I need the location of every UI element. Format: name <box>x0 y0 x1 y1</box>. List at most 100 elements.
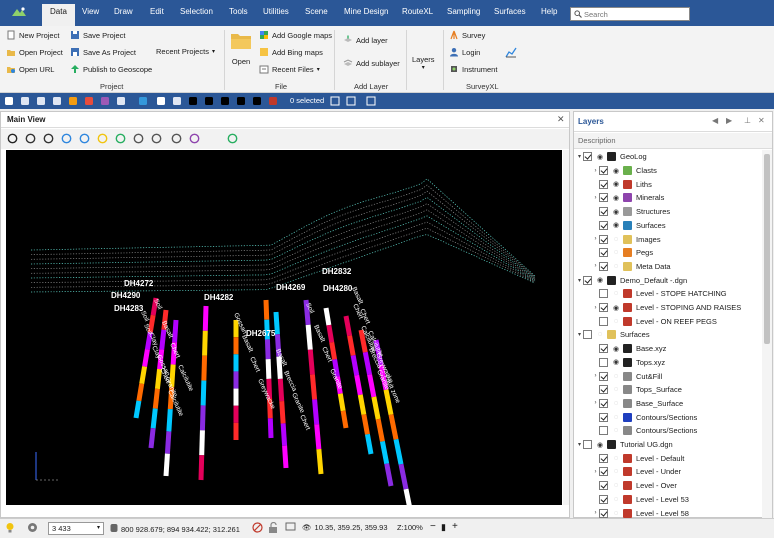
layer-row[interactable]: ◉ Tops.xyz <box>574 356 762 370</box>
layer-visibility-checkbox[interactable] <box>599 494 608 504</box>
drillhole-segment[interactable] <box>282 445 289 469</box>
menu-draw[interactable]: Draw <box>114 7 133 16</box>
eye-icon[interactable]: ◉ <box>611 208 621 216</box>
layer-visibility-checkbox[interactable] <box>599 207 608 217</box>
unlock-icon[interactable] <box>268 522 278 533</box>
open-button[interactable]: Open <box>230 30 252 66</box>
pointer-icon[interactable] <box>188 96 198 106</box>
layer-row[interactable]: › ◌ Base_Surface <box>574 397 762 411</box>
drillhole-segment[interactable] <box>371 396 381 420</box>
globe-extent-icon[interactable] <box>79 133 90 144</box>
select-box-icon[interactable] <box>172 96 182 106</box>
expand-toggle-icon[interactable]: ▾ <box>576 441 583 448</box>
layer-visibility-checkbox[interactable] <box>583 330 592 340</box>
eye-icon[interactable]: ◌ <box>611 318 621 325</box>
hole-label[interactable]: DH4272 <box>124 279 154 288</box>
drillhole-segment[interactable] <box>343 315 353 337</box>
drillhole-segment[interactable] <box>364 433 374 455</box>
drillhole-segment[interactable] <box>354 374 363 396</box>
layer-row[interactable]: ◌ Level - Over <box>574 479 762 493</box>
lightbulb-icon[interactable] <box>5 522 15 533</box>
layer-visibility-checkbox[interactable] <box>599 398 608 408</box>
add-sublayer-button[interactable]: Add sublayer <box>343 58 400 68</box>
pin-icon[interactable] <box>156 96 166 106</box>
layer-row[interactable]: › ◌ Cut&Fill <box>574 369 762 383</box>
expand-toggle-icon[interactable]: ▾ <box>576 277 583 284</box>
layer-row[interactable]: › ◌ Level - Level 58 <box>574 506 762 518</box>
drillhole-segment[interactable] <box>337 393 346 412</box>
eye-icon[interactable]: ◉ <box>611 221 621 229</box>
eye-icon[interactable]: ◉ <box>611 194 621 202</box>
layer-visibility-checkbox[interactable] <box>599 179 608 189</box>
layer-row[interactable]: › ◉ Clasts <box>574 164 762 178</box>
node-add-icon[interactable] <box>220 96 230 106</box>
table-icon[interactable] <box>171 133 182 144</box>
menu-mine-design[interactable]: Mine Design <box>344 7 388 16</box>
add-bing-maps-button[interactable]: Add Bing maps <box>259 47 323 57</box>
menu-edit[interactable]: Edit <box>150 7 164 16</box>
drillhole-segment[interactable] <box>163 453 170 477</box>
layer-row[interactable]: ◌ Level - STOPE HATCHING <box>574 287 762 301</box>
menu-routexl[interactable]: RouteXL <box>402 7 433 16</box>
publish-geoscope-button[interactable]: Publish to Geoscope <box>70 64 152 74</box>
menu-scene[interactable]: Scene <box>305 7 328 16</box>
viewport-scrollbar[interactable] <box>563 150 569 505</box>
drillhole-segment[interactable] <box>198 455 205 481</box>
layer-row[interactable]: ◌ Pegs <box>574 246 762 260</box>
drillhole-segment[interactable] <box>367 374 377 398</box>
drillhole-segment[interactable] <box>172 319 179 343</box>
flag-icon[interactable] <box>227 133 238 144</box>
layer-row[interactable]: ◌ Contours/Sections <box>574 424 762 438</box>
scrollbar-thumb[interactable] <box>764 154 770 344</box>
layer-row[interactable]: › ◌ Level - Under <box>574 465 762 479</box>
settings-icon[interactable] <box>36 96 46 106</box>
layer-visibility-checkbox[interactable] <box>599 248 608 258</box>
eye-icon[interactable]: ◉ <box>595 441 605 449</box>
new-project-button[interactable]: New Project <box>6 30 59 40</box>
slider-thumb-icon[interactable]: ▮ <box>441 522 446 533</box>
drillhole-segment[interactable] <box>159 329 167 350</box>
node-move-icon[interactable] <box>236 96 246 106</box>
drillhole-segment[interactable] <box>307 349 315 375</box>
layer-visibility-checkbox[interactable] <box>599 467 608 477</box>
palette-icon[interactable] <box>189 133 200 144</box>
zoom-out-icon[interactable]: − <box>430 521 436 532</box>
paint-icon[interactable] <box>151 133 162 144</box>
drillhole-segment[interactable] <box>362 351 373 376</box>
drillhole-segment[interactable] <box>326 324 335 343</box>
drillhole-segment[interactable] <box>202 330 208 356</box>
layer-visibility-checkbox[interactable] <box>599 508 608 518</box>
drillhole-segment[interactable] <box>139 366 148 385</box>
layer-visibility-checkbox[interactable] <box>599 220 608 230</box>
drillhole-segment[interactable] <box>280 423 288 446</box>
layer-row[interactable]: ▾ ◌ Surfaces <box>574 328 762 342</box>
app-logo-icon[interactable] <box>6 4 32 22</box>
drillhole-segment[interactable] <box>357 394 367 416</box>
drillhole-segment[interactable] <box>398 463 409 490</box>
drillhole-segment[interactable] <box>152 388 160 409</box>
layer-visibility-checkbox[interactable] <box>599 234 608 244</box>
drillhole-segment[interactable] <box>279 400 286 424</box>
survey-button[interactable]: Survey <box>449 30 485 40</box>
layer-row[interactable]: › ◌ Meta Data <box>574 260 762 274</box>
hole-label[interactable]: DH4269 <box>276 283 306 292</box>
drillhole-segment[interactable] <box>273 311 280 335</box>
menu-tools[interactable]: Tools <box>229 7 248 16</box>
layers-dropdown[interactable]: Layers ▾ <box>412 55 435 71</box>
drillhole-segment[interactable] <box>379 440 390 465</box>
paste-icon[interactable] <box>346 96 356 106</box>
layer-visibility-checkbox[interactable] <box>599 193 608 203</box>
close-icon[interactable]: ✕ <box>758 116 765 125</box>
layer-visibility-checkbox[interactable] <box>583 440 592 450</box>
layer-visibility-checkbox[interactable] <box>599 303 608 313</box>
expand-toggle-icon[interactable]: ▾ <box>576 331 583 338</box>
drillhole-segment[interactable] <box>267 418 274 439</box>
layer-row[interactable]: ▾ ◉ GeoLog <box>574 150 762 164</box>
close-icon[interactable]: ✕ <box>557 114 565 125</box>
zoom-in-icon[interactable]: + <box>452 521 458 532</box>
drillhole-segment[interactable] <box>375 418 385 442</box>
eye-icon[interactable]: ◉ <box>611 304 621 312</box>
drillhole-segment[interactable] <box>148 428 156 449</box>
drillhole-segment[interactable] <box>164 431 172 454</box>
arrow-left-icon[interactable]: ◀ <box>712 116 718 125</box>
